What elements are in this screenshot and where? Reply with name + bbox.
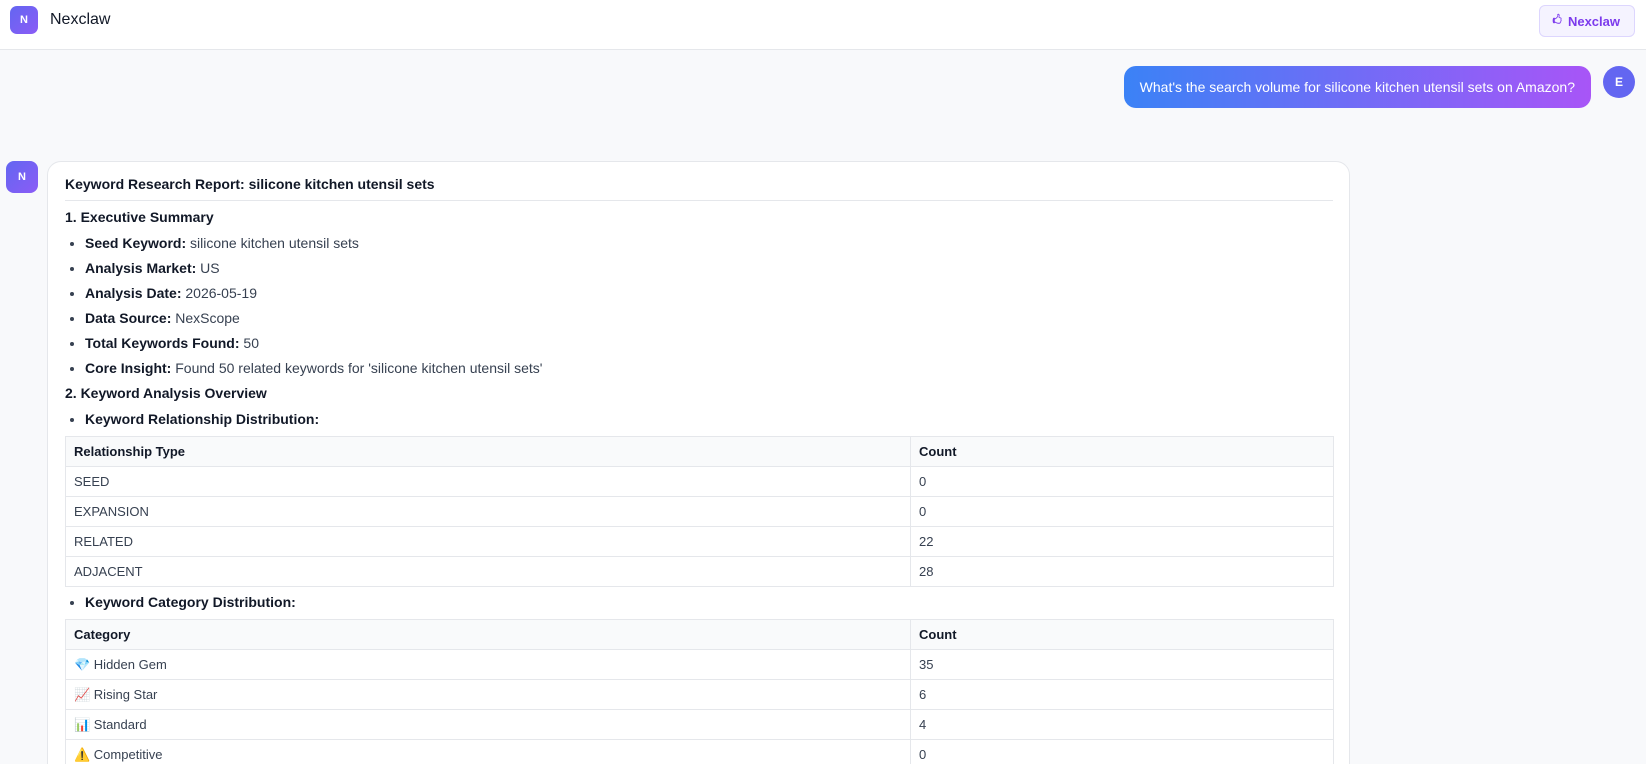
top-bar: N Nexclaw 🖒 Nexclaw — [0, 0, 1646, 50]
section-title-summary: 1. Executive Summary — [65, 209, 214, 225]
user-message-bubble: What's the search volume for silicone ki… — [1123, 66, 1591, 108]
summary-value: US — [200, 260, 220, 276]
category-table: Category Count 💎 Hidden Gem 35 📈 Rising S… — [65, 619, 1334, 764]
bot-avatar: N — [6, 161, 38, 193]
section-title-overview: 2. Keyword Analysis Overview — [65, 385, 267, 401]
category-heading-list: Keyword Category Distribution: — [65, 590, 1333, 615]
summary-value: NexScope — [175, 310, 240, 326]
summary-label: Seed Keyword: — [85, 235, 187, 251]
summary-item: Seed Keyword: silicone kitchen utensil s… — [85, 231, 1333, 256]
table-cell: SEED — [65, 466, 911, 497]
hand-icon: 🖒 — [1552, 14, 1562, 26]
table-row: 📊 Standard 4 — [65, 709, 1334, 740]
column-header: Count — [910, 619, 1334, 650]
table-cell: 4 — [910, 709, 1334, 740]
summary-label: Data Source: — [85, 310, 172, 326]
report-title: Keyword Research Report: silicone kitche… — [65, 176, 1333, 201]
summary-item: Data Source: NexScope — [85, 306, 1333, 331]
table-cell: 22 — [910, 526, 1334, 557]
table-cell: 35 — [910, 649, 1334, 680]
table-cell: 6 — [910, 679, 1334, 710]
table-cell: RELATED — [65, 526, 911, 557]
summary-item: Core Insight: Found 50 related keywords … — [85, 356, 1333, 381]
table-cell: 📈 Rising Star — [65, 679, 911, 710]
summary-value: 2026-05-19 — [185, 285, 257, 301]
summary-item: Analysis Market: US — [85, 256, 1333, 281]
table-cell: 28 — [910, 556, 1334, 587]
summary-value: Found 50 related keywords for 'silicone … — [175, 360, 543, 376]
column-header: Category — [65, 619, 911, 650]
nexclaw-button-label: Nexclaw — [1567, 13, 1620, 29]
summary-item: Total Keywords Found: 50 — [85, 331, 1333, 356]
summary-label: Analysis Date: — [85, 285, 182, 301]
summary-label: Core Insight: — [85, 360, 172, 376]
app-title: Nexclaw — [50, 11, 111, 28]
table-row: EXPANSION 0 — [65, 496, 1334, 527]
table-row: 📈 Rising Star 6 — [65, 679, 1334, 710]
table-header-row: Category Count — [65, 619, 1334, 650]
assistant-message-card: Keyword Research Report: silicone kitche… — [47, 161, 1350, 764]
app-logo: N — [10, 6, 38, 34]
category-heading: Keyword Category Distribution: — [85, 594, 296, 610]
relationship-heading-list: Keyword Relationship Distribution: — [65, 407, 1333, 432]
table-cell: 📊 Standard — [65, 709, 911, 740]
summary-item: Analysis Date: 2026-05-19 — [85, 281, 1333, 306]
table-row: SEED 0 — [65, 466, 1334, 497]
relationship-table: Relationship Type Count SEED 0 EXPANSION 0… — [65, 436, 1334, 587]
column-header: Relationship Type — [65, 436, 911, 467]
user-avatar: E — [1603, 66, 1635, 98]
table-cell: EXPANSION — [65, 496, 911, 527]
table-cell: 0 — [910, 739, 1334, 764]
table-cell: 💎 Hidden Gem — [65, 649, 911, 680]
summary-value: 50 — [243, 335, 259, 351]
table-row: ⚠️ Competitive 0 — [65, 739, 1334, 764]
column-header: Count — [910, 436, 1334, 467]
table-cell: 0 — [910, 496, 1334, 527]
table-cell: ⚠️ Competitive — [65, 739, 911, 764]
table-row: RELATED 22 — [65, 526, 1334, 557]
table-cell: ADJACENT — [65, 556, 911, 587]
table-cell: 0 — [910, 466, 1334, 497]
relationship-heading: Keyword Relationship Distribution: — [85, 411, 320, 427]
table-row: 💎 Hidden Gem 35 — [65, 649, 1334, 680]
table-header-row: Relationship Type Count — [65, 436, 1334, 467]
summary-label: Analysis Market: — [85, 260, 197, 276]
summary-label: Total Keywords Found: — [85, 335, 240, 351]
table-row: ADJACENT 28 — [65, 556, 1334, 587]
nexclaw-button[interactable]: 🖒 Nexclaw — [1539, 5, 1635, 37]
summary-list: Seed Keyword: silicone kitchen utensil s… — [65, 231, 1333, 381]
summary-value: silicone kitchen utensil sets — [190, 235, 359, 251]
